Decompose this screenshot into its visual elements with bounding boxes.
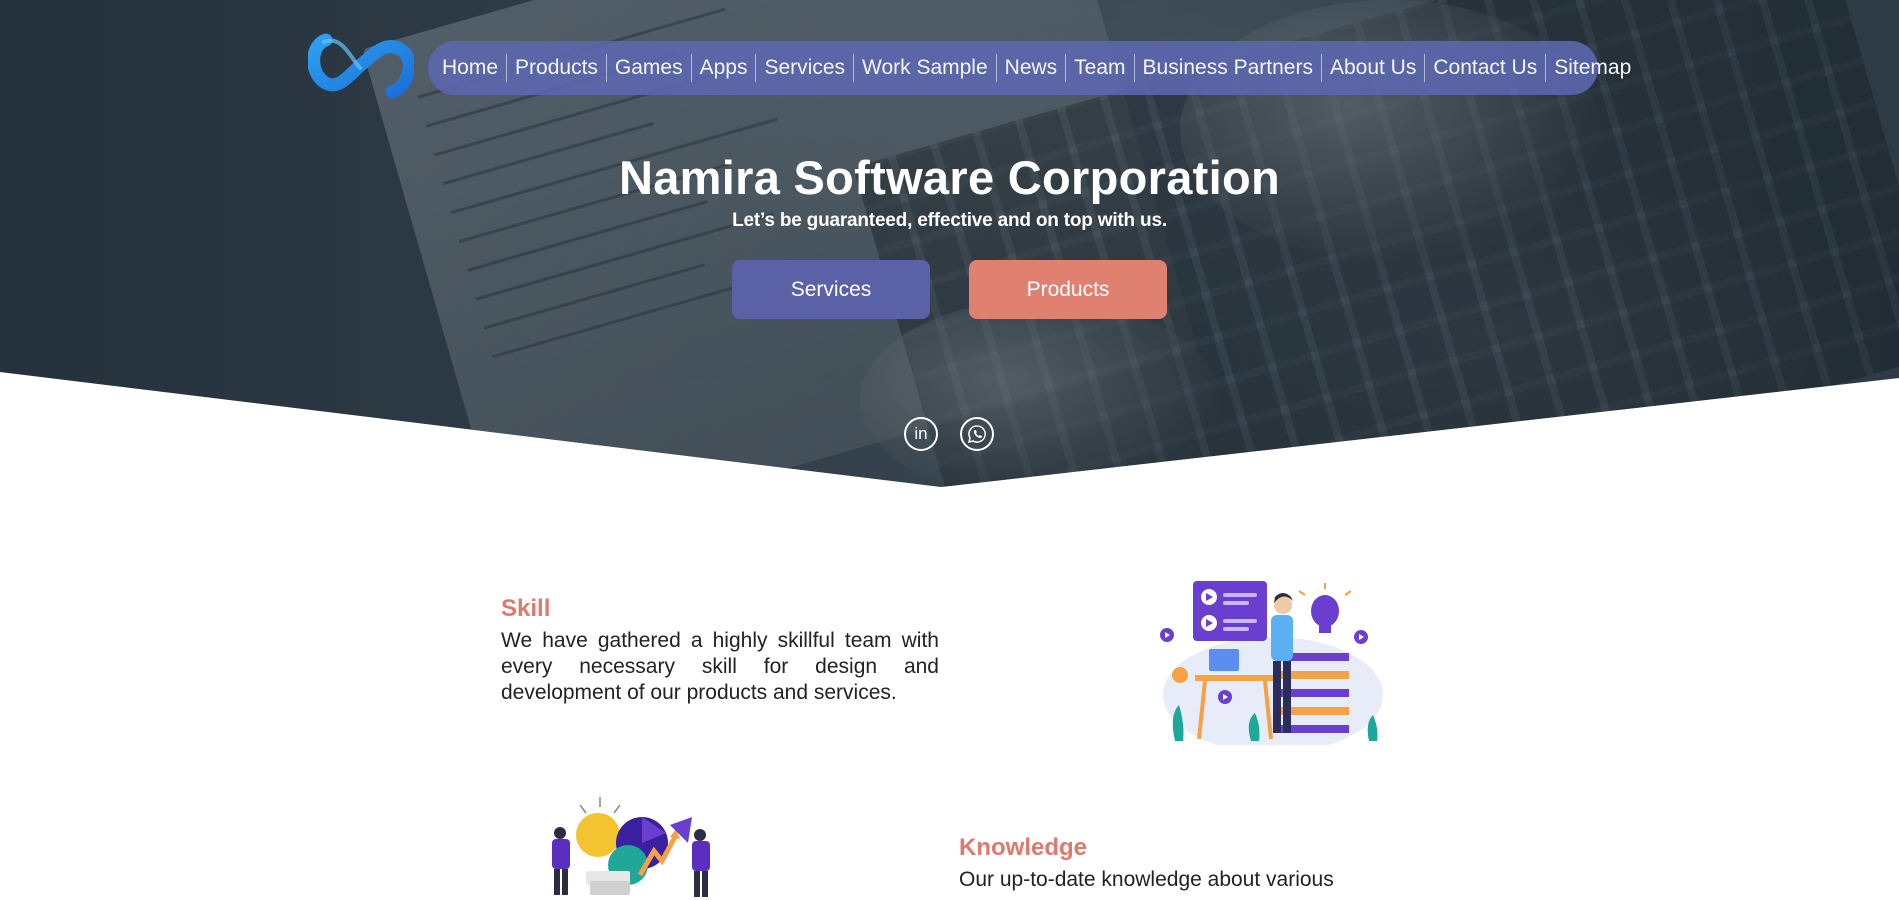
nav-item-sitemap[interactable]: Sitemap <box>1545 54 1639 82</box>
nav-item-products[interactable]: Products <box>506 54 606 82</box>
nav-item-contact-us[interactable]: Contact Us <box>1424 54 1545 82</box>
whatsapp-glyph-icon <box>967 425 986 444</box>
nav-item-news[interactable]: News <box>995 54 1066 82</box>
nav-item-business-partners[interactable]: Business Partners <box>1133 54 1321 82</box>
hero-title: Namira Software Corporation <box>619 151 1280 204</box>
whatsapp-icon[interactable] <box>960 417 994 451</box>
nav-item-team[interactable]: Team <box>1065 54 1133 82</box>
linkedin-icon[interactable]: in <box>904 417 938 451</box>
nav-item-games[interactable]: Games <box>605 54 691 82</box>
knowledge-illustration <box>552 797 710 897</box>
nav-item-about-us[interactable]: About Us <box>1320 54 1424 82</box>
skill-illustration <box>1160 581 1383 745</box>
nav-item-work-sample[interactable]: Work Sample <box>853 54 996 82</box>
main-navigation: Home Products Games Apps Services Work S… <box>428 41 1631 95</box>
nav-item-services[interactable]: Services <box>755 54 853 82</box>
skill-title: Skill <box>501 595 551 622</box>
hero-subtitle: Let’s be guaranteed, effective and on to… <box>732 210 1167 231</box>
services-button[interactable]: Services <box>732 260 930 319</box>
linkedin-label: in <box>914 424 928 443</box>
skill-description: We have gathered a highly skillful team … <box>501 629 939 704</box>
logo-icon[interactable] <box>308 30 414 100</box>
products-button[interactable]: Products <box>969 260 1167 319</box>
knowledge-title: Knowledge <box>959 834 1088 861</box>
nav-item-home[interactable]: Home <box>434 54 506 82</box>
nav-item-apps[interactable]: Apps <box>690 54 756 82</box>
knowledge-description: Our up-to-date knowledge about various <box>959 868 1334 891</box>
